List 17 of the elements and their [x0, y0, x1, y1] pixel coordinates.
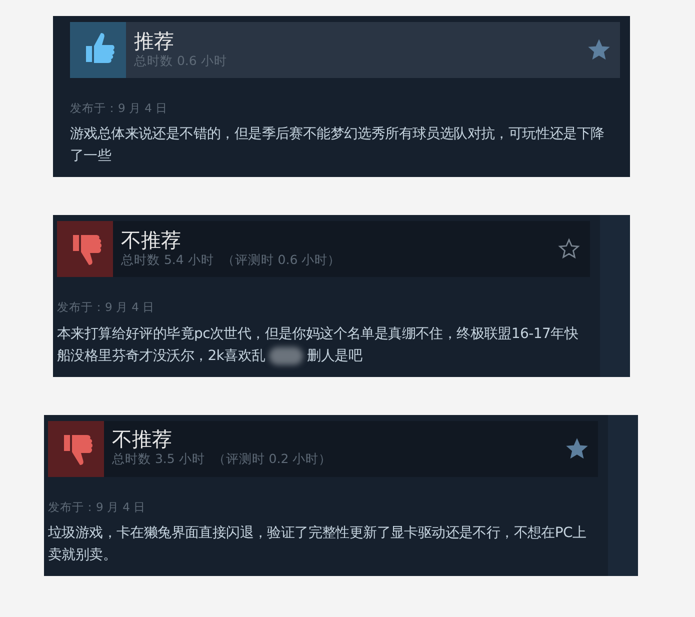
review-verdict: 不推荐	[112, 428, 173, 450]
review-text: 游戏总体来说还是不错的，但是季后赛不能梦幻选秀所有球员选队对抗，可玩性还是下降了一些	[70, 125, 606, 166]
star-icon[interactable]	[558, 238, 580, 260]
review-time-text: （评测时 0.2 小时）	[212, 450, 332, 468]
star-icon[interactable]	[588, 39, 610, 61]
review-time-text: （评测时 0.6 小时）	[222, 250, 341, 269]
posted-date: 发布于：9 月 4 日	[48, 498, 147, 516]
review-text: 本来打算给好评的毕竟pc次世代，但是你妈这个名单是真绷不住，终极联盟16-17年快船没格里芬奇才没沃尔，2k喜欢乱 删人是吧	[57, 324, 579, 366]
review-verdict: 不推荐	[121, 228, 182, 251]
posted-date: 发布于：9 月 4 日	[57, 299, 156, 316]
redaction-blur	[269, 346, 304, 365]
playtime-text: 总时数 5.4 小时	[121, 250, 214, 269]
posted-date: 发布于：9 月 4 日	[70, 100, 169, 117]
review-text: 垃圾游戏，卡在獭兔界面直接闪退，验证了完整性更新了显卡驱动还是不行，不想在PC上卖就别卖。	[48, 524, 588, 565]
star-icon[interactable]	[566, 438, 588, 460]
review-verdict: 推荐	[134, 30, 175, 52]
playtime-text: 总时数 3.5 小时	[112, 450, 205, 468]
